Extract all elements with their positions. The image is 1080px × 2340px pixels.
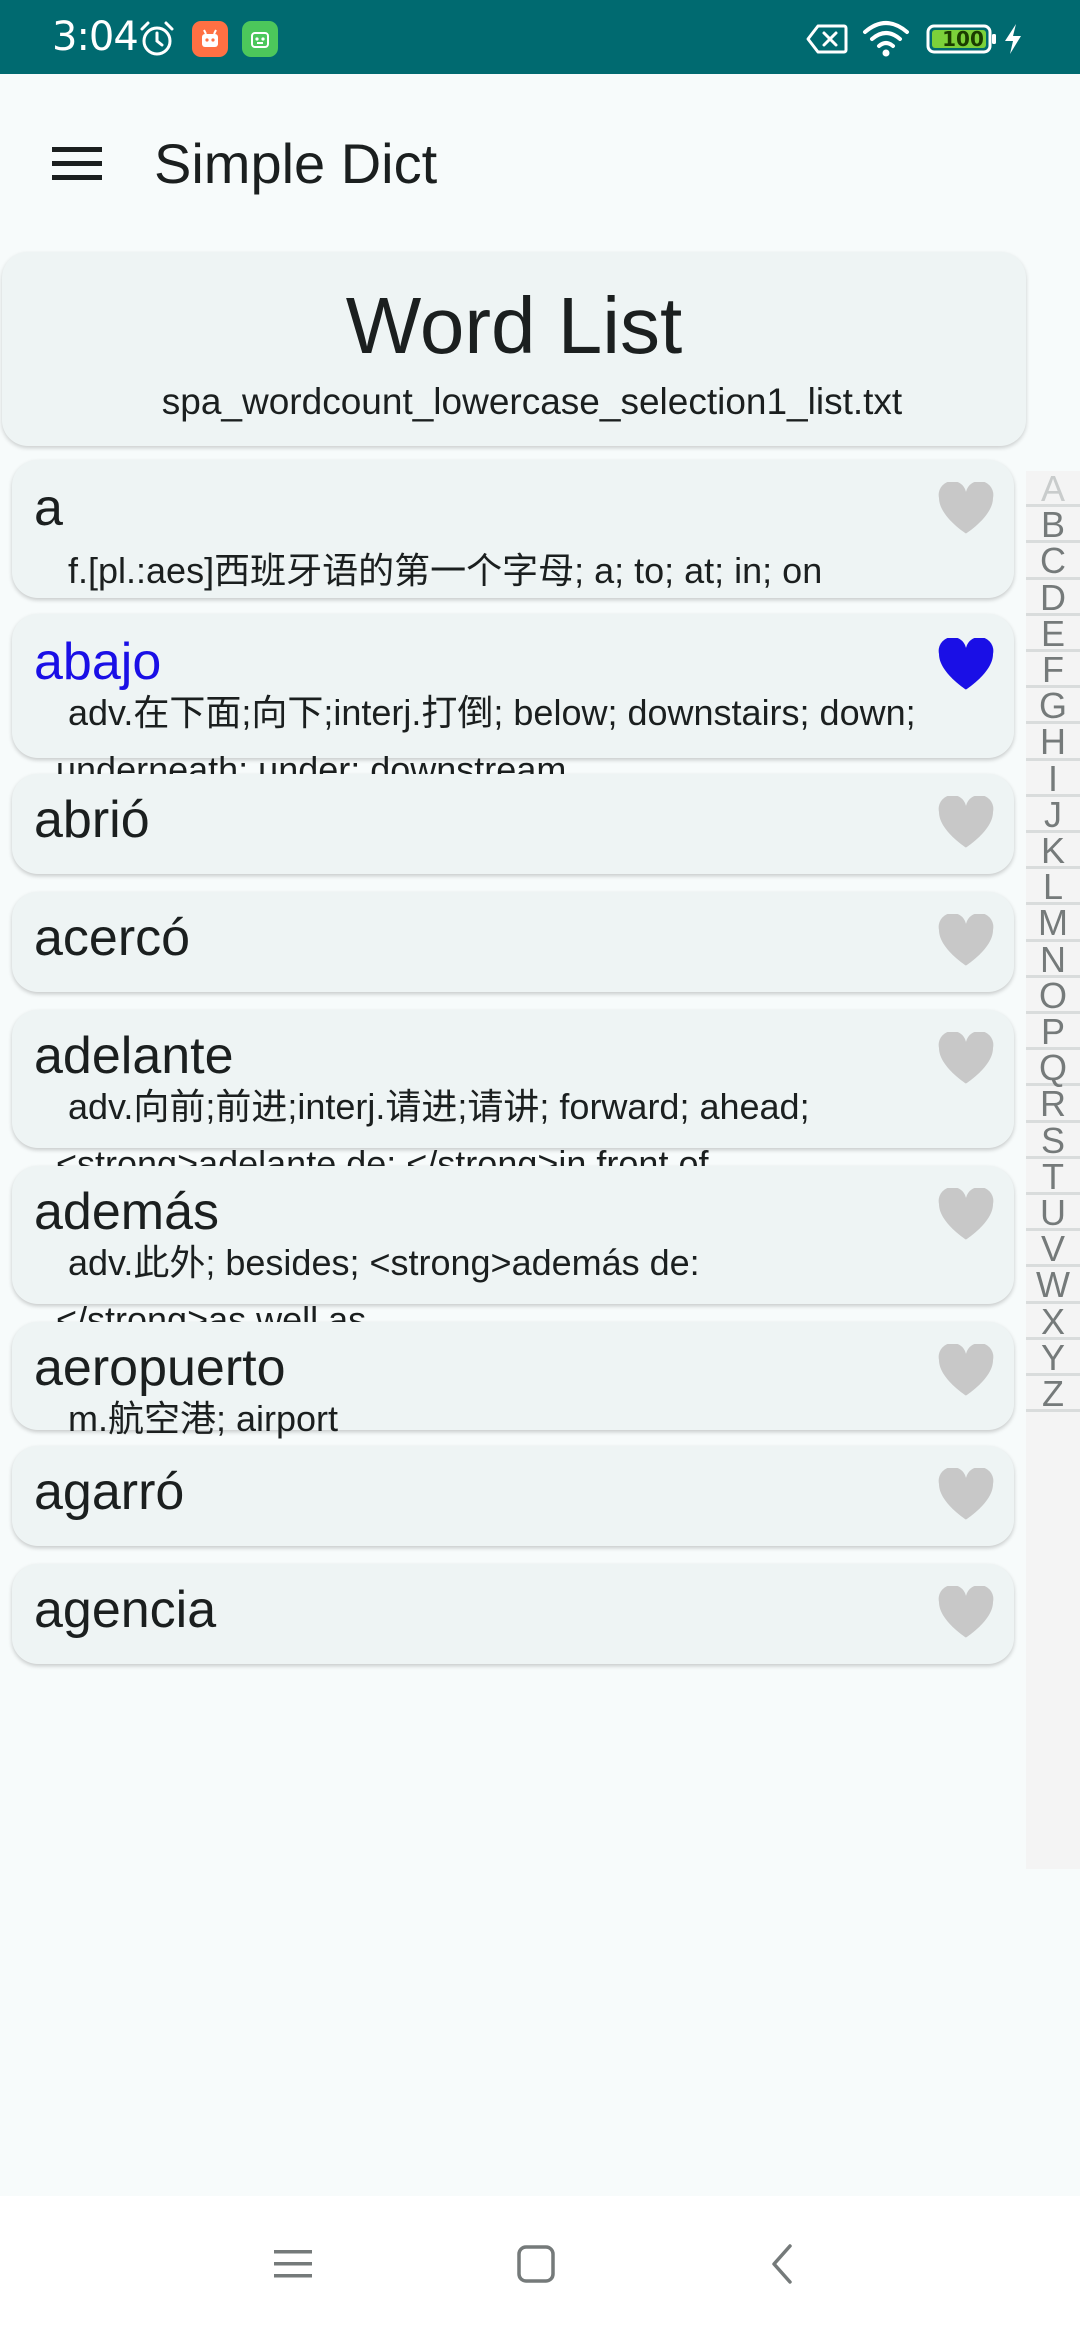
alphabet-index-letter[interactable]: H [1026,724,1080,761]
alphabet-index-letter[interactable]: O [1026,977,1080,1014]
home-icon[interactable] [516,2244,558,2284]
list-filename: spa_wordcount_lowercase_selection1_list.… [161,381,903,422]
alphabet-index-letter[interactable]: E [1026,615,1080,652]
alphabet-index[interactable]: ABCDEFGHIJKLMNOPQRSTUVWXYZ [1026,470,1080,1869]
alphabet-index-letter[interactable]: A [1026,470,1080,508]
list-item[interactable]: adelante adv.向前;前进;interj.请进;请讲; forward… [12,1010,1014,1184]
word-list[interactable]: a f.[pl.:aes]西班牙语的第一个字母; a; to; at; in; … [0,456,1080,2196]
alphabet-index-letter[interactable]: S [1026,1122,1080,1159]
app-notification-icon [192,21,228,57]
heart-icon[interactable] [936,1468,996,1522]
app-bar: Simple Dict [0,74,1080,254]
alphabet-index-letter[interactable]: V [1026,1230,1080,1268]
word-definition: f.[pl.:aes]西班牙语的第一个字母; a; to; at; in; on [68,550,823,591]
alphabet-index-letter[interactable]: Y [1026,1339,1080,1376]
list-item[interactable]: agarró [12,1446,1014,1546]
alphabet-index-letter[interactable]: M [1026,905,1080,942]
word-term: agencia [34,1581,217,1639]
alphabet-index-letter[interactable]: X [1026,1303,1080,1340]
list-item[interactable]: abrió [12,774,1014,874]
alphabet-index-letter[interactable]: T [1026,1158,1080,1195]
alphabet-index-letter[interactable]: R [1026,1086,1080,1123]
no-sim-icon [806,24,848,54]
hamburger-menu-icon[interactable] [50,144,104,184]
alphabet-index-letter[interactable]: C [1026,543,1080,580]
charging-icon [1005,24,1021,54]
alphabet-index-letter[interactable]: Q [1026,1049,1080,1087]
alphabet-index-letter[interactable]: U [1026,1194,1080,1232]
alphabet-index-letter[interactable]: N [1026,941,1080,978]
word-term: a [34,479,63,537]
app-title: Simple Dict [154,132,438,195]
recent-apps-icon[interactable] [272,2244,314,2284]
list-item[interactable]: abajo adv.在下面;向下;interj.打倒; below; downs… [12,614,1014,790]
battery-level: 100 [942,27,984,51]
alphabet-index-letter[interactable]: L [1026,868,1080,906]
page-title: Word List [345,281,683,370]
heart-icon[interactable] [936,482,996,536]
heart-icon[interactable] [936,1188,996,1242]
status-bar: 3:04 100 [0,0,1080,74]
heart-icon[interactable] [936,1586,996,1640]
alphabet-index-letter[interactable]: J [1026,796,1080,833]
alphabet-index-letter[interactable]: W [1026,1267,1080,1304]
back-icon[interactable] [762,2244,804,2284]
app-notification-icon [242,21,278,57]
status-time: 3:04 [52,14,139,60]
alphabet-index-letter[interactable]: P [1026,1013,1080,1051]
heart-icon[interactable] [936,638,996,692]
wifi-icon [863,21,909,57]
alarm-icon [140,21,174,56]
alphabet-index-letter[interactable]: F [1026,651,1080,689]
list-item[interactable]: a f.[pl.:aes]西班牙语的第一个字母; a; to; at; in; … [12,460,1014,598]
alphabet-index-letter[interactable]: D [1026,579,1080,616]
word-term: acercó [34,909,191,967]
list-item[interactable]: aeropuerto m.航空港; airport [12,1322,1014,1439]
word-term: agarró [34,1463,185,1521]
alphabet-index-letter[interactable]: G [1026,687,1080,725]
list-item[interactable]: además adv.此外; besides; <strong>además d… [12,1166,1014,1340]
word-list-header: Word List spa_wordcount_lowercase_select… [2,252,1026,446]
alphabet-index-letter[interactable]: Z [1026,1375,1080,1413]
word-term: abrió [34,791,150,849]
heart-icon[interactable] [936,914,996,968]
heart-icon[interactable] [936,1344,996,1398]
heart-icon[interactable] [936,796,996,850]
list-item[interactable]: acercó [12,892,1014,992]
word-definition: m.航空港; airport [68,1398,339,1439]
system-nav-bar [0,2196,1080,2340]
alphabet-index-letter[interactable]: B [1026,506,1080,544]
alphabet-index-letter[interactable]: I [1026,760,1080,797]
alphabet-index-letter[interactable]: K [1026,832,1080,870]
list-item[interactable]: agencia [12,1564,1014,1664]
heart-icon[interactable] [936,1032,996,1086]
